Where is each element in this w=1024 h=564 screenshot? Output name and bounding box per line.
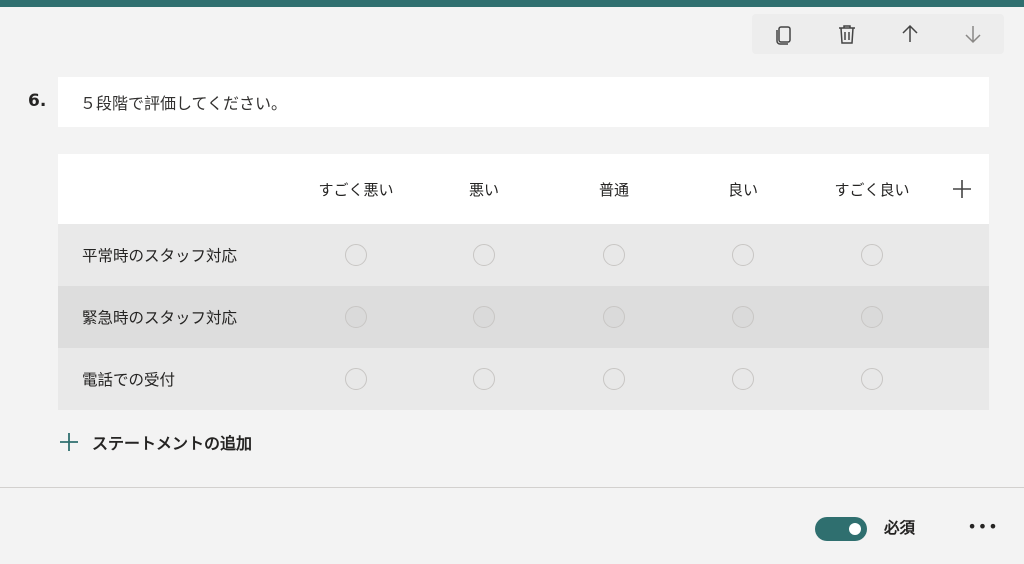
radio-option[interactable]	[345, 244, 367, 266]
likert-header-row: すごく悪い 悪い 普通 良い すごく良い	[58, 154, 989, 224]
top-accent-bar	[0, 0, 1024, 7]
statement-row: 平常時のスタッフ対応	[58, 224, 989, 286]
option-label-5[interactable]: すごく良い	[812, 154, 932, 224]
radio-option[interactable]	[345, 368, 367, 390]
option-label-2[interactable]: 悪い	[424, 154, 544, 224]
question-title-field[interactable]: ５段階で評価してください。	[58, 77, 989, 127]
option-label-4[interactable]: 良い	[683, 154, 803, 224]
toggle-knob	[849, 523, 861, 535]
radio-option[interactable]	[603, 244, 625, 266]
add-option-button[interactable]	[948, 175, 976, 203]
footer-divider	[0, 487, 1024, 488]
statement-row: 電話での受付	[58, 348, 989, 410]
statement-row: 緊急時のスタッフ対応	[58, 286, 989, 348]
copy-button[interactable]	[752, 14, 815, 54]
add-statement-button[interactable]: ステートメントの追加	[58, 428, 252, 456]
question-toolbar	[752, 14, 1004, 54]
delete-button[interactable]	[815, 14, 878, 54]
radio-option[interactable]	[861, 244, 883, 266]
option-label-3[interactable]: 普通	[554, 154, 674, 224]
radio-option[interactable]	[603, 368, 625, 390]
required-toggle[interactable]	[815, 517, 867, 541]
radio-option[interactable]	[732, 244, 754, 266]
statement-label[interactable]: 緊急時のスタッフ対応	[82, 286, 237, 348]
plus-icon	[60, 433, 78, 451]
question-title-text: ５段階で評価してください。	[80, 94, 288, 113]
radio-option[interactable]	[861, 368, 883, 390]
copy-icon	[775, 26, 791, 45]
radio-option[interactable]	[732, 306, 754, 328]
radio-option[interactable]	[861, 306, 883, 328]
plus-icon	[953, 180, 971, 198]
delete-icon	[838, 25, 855, 44]
statement-label[interactable]: 電話での受付	[82, 348, 175, 410]
question-number: 6.	[28, 91, 47, 111]
radio-option[interactable]	[345, 306, 367, 328]
radio-option[interactable]	[473, 368, 495, 390]
more-options-button[interactable]: •••	[967, 512, 998, 540]
radio-option[interactable]	[473, 306, 495, 328]
statement-label[interactable]: 平常時のスタッフ対応	[82, 224, 237, 286]
radio-option[interactable]	[732, 368, 754, 390]
required-label: 必須	[884, 519, 916, 537]
move-down-icon	[964, 26, 981, 44]
option-label-1[interactable]: すごく悪い	[296, 154, 416, 224]
add-statement-label: ステートメントの追加	[92, 434, 253, 453]
move-down-button[interactable]	[941, 14, 1004, 54]
radio-option[interactable]	[473, 244, 495, 266]
likert-grid: すごく悪い 悪い 普通 良い すごく良い 平常時のスタッフ対応 緊急時のスタッフ…	[58, 154, 989, 410]
move-up-icon	[901, 24, 918, 42]
move-up-button[interactable]	[878, 14, 941, 54]
radio-option[interactable]	[603, 306, 625, 328]
